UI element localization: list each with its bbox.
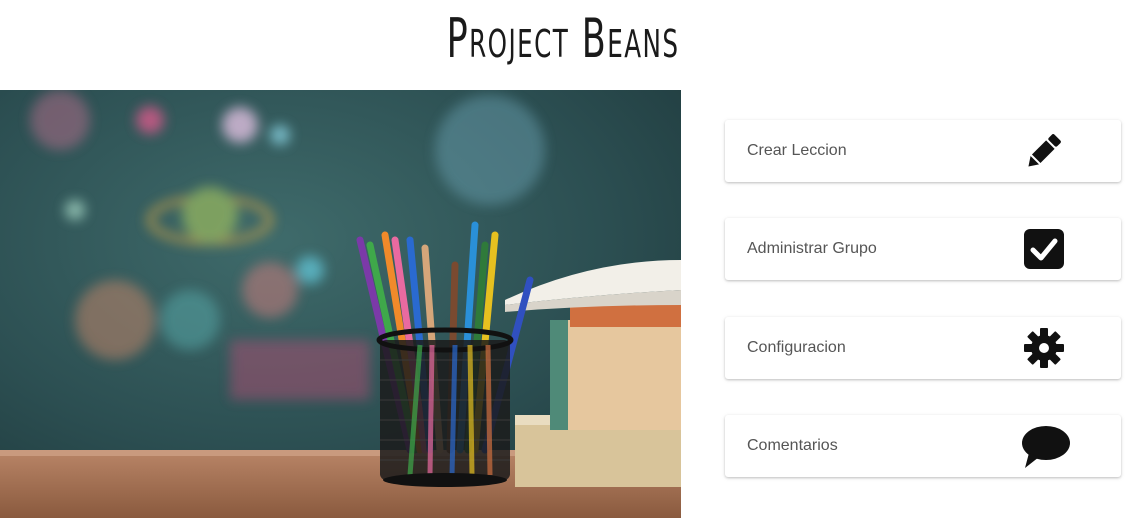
- pencil-icon: [1021, 128, 1067, 174]
- configuracion-button[interactable]: Configuracion: [725, 317, 1121, 379]
- administrar-grupo-label: Administrar Grupo: [747, 240, 877, 257]
- administrar-grupo-button[interactable]: Administrar Grupo: [725, 218, 1121, 280]
- comentarios-button[interactable]: Comentarios: [725, 415, 1121, 477]
- speech-bubble-icon: [1019, 423, 1071, 469]
- menu-panel: Crear Leccion Administrar Grupo Configur…: [725, 0, 1121, 523]
- crear-leccion-label: Crear Leccion: [747, 142, 847, 159]
- comentarios-label: Comentarios: [747, 437, 838, 454]
- hero-image: [0, 90, 681, 518]
- checkbox-icon: [1021, 226, 1067, 272]
- configuracion-label: Configuracion: [747, 339, 846, 356]
- crear-leccion-button[interactable]: Crear Leccion: [725, 120, 1121, 182]
- gear-icon: [1021, 325, 1067, 371]
